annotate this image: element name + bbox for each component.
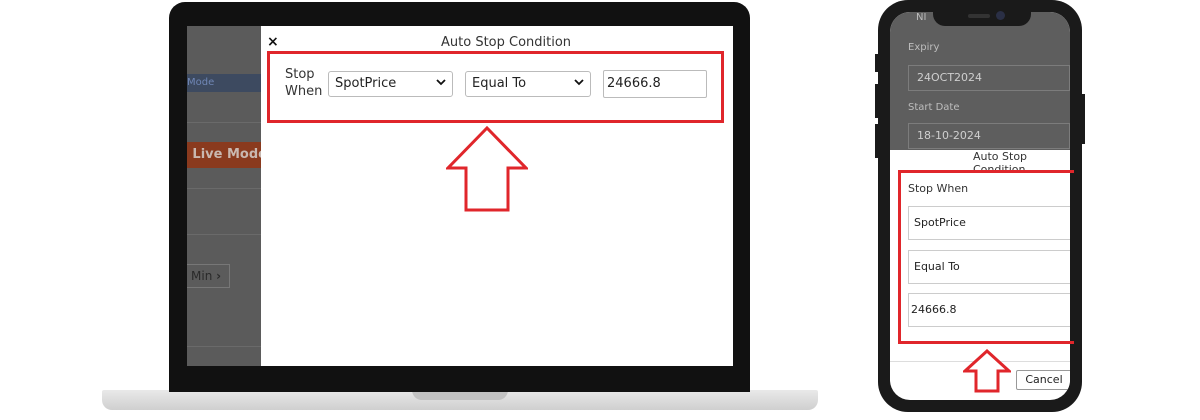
phone-speaker — [968, 14, 990, 18]
chevron-right-icon: › — [216, 269, 222, 283]
background-divider — [187, 188, 261, 189]
background-divider — [187, 346, 261, 347]
phone-camera — [996, 11, 1005, 20]
background-min-label: Min — [191, 269, 213, 283]
modal-title: Auto Stop Condition — [441, 35, 572, 50]
highlight-box — [898, 170, 1074, 344]
background-top-label: NI — [916, 12, 927, 23]
expiry-value: 24OCT2024 — [917, 71, 983, 84]
background-live-mode-button: > Live Mode — [187, 142, 267, 168]
background-live-mode-label: > Live Mode — [187, 147, 267, 162]
background-mode-label: Mode — [187, 77, 215, 88]
highlight-box — [267, 51, 724, 123]
expiry-label: Expiry — [908, 42, 940, 53]
background-mode-bar: Mode — [187, 74, 261, 92]
close-icon[interactable]: × — [267, 34, 279, 50]
expiry-field: 24OCT2024 — [908, 65, 1070, 91]
up-arrow-icon — [963, 349, 1011, 393]
start-date-field: 18-10-2024 — [908, 123, 1070, 149]
background-min-button: Min › — [187, 264, 230, 288]
background-divider — [187, 234, 261, 235]
background-divider — [187, 122, 261, 123]
up-arrow-icon — [446, 126, 528, 212]
cancel-button[interactable]: Cancel — [1016, 370, 1070, 390]
start-date-label: Start Date — [908, 102, 960, 113]
start-date-value: 18-10-2024 — [917, 129, 981, 142]
